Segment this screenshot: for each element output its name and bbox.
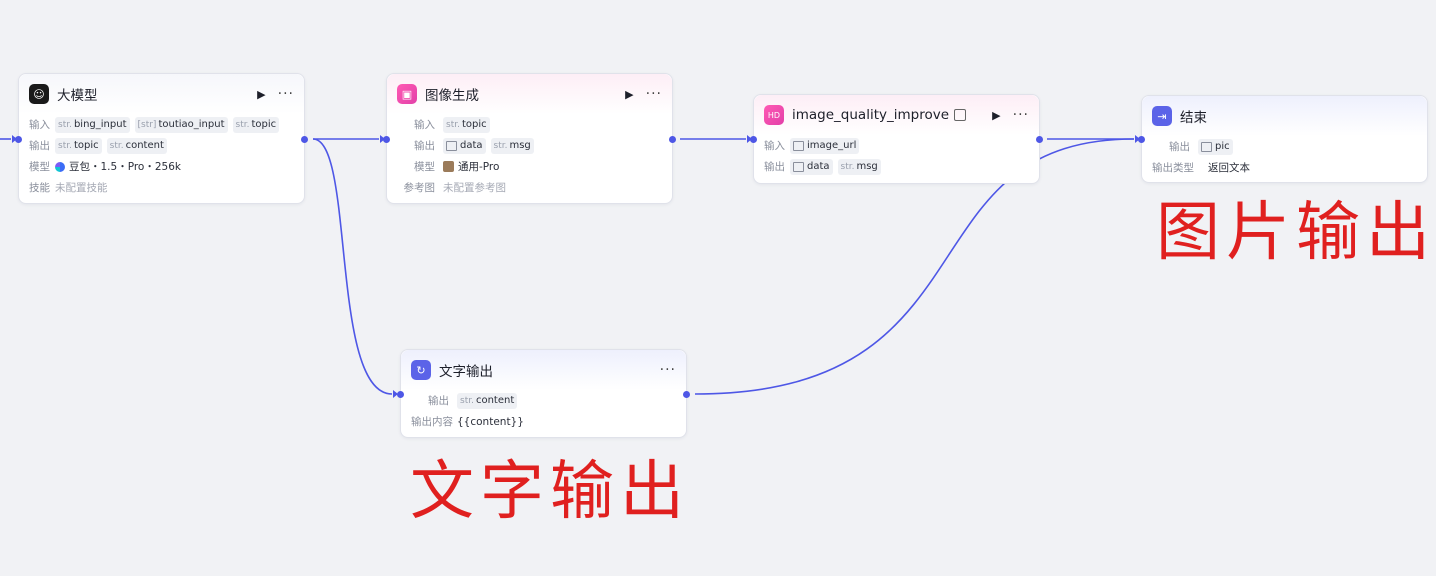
inputs-row: 输入 str. bing_input [str] toutiao_input str… — [19, 114, 304, 135]
input-port[interactable] — [397, 391, 404, 398]
param-tag: str. msg — [837, 158, 881, 175]
output-type-row: 输出类型 返回文本 — [1142, 157, 1427, 178]
input-port[interactable] — [15, 136, 22, 143]
node-title: 结束 — [1180, 110, 1207, 126]
param-tag: str. bing_input — [55, 116, 130, 133]
reference-value: 未配置参考图 — [443, 182, 506, 194]
skill-row: 技能 未配置技能 — [19, 177, 304, 198]
output-label: 输出 — [428, 395, 449, 407]
output-type-value: 返回文本 — [1208, 162, 1250, 174]
run-button[interactable]: ▶ — [257, 89, 265, 100]
output-label: 输出 — [414, 140, 435, 152]
image-type-icon — [446, 140, 457, 151]
text-node-header: ↻ 文字输出 ··· — [401, 350, 686, 390]
model-row: 模型 通用-Pro — [387, 156, 672, 177]
image-type-icon — [1201, 141, 1212, 152]
output-label: 输出 — [764, 161, 785, 173]
image-type-icon — [793, 140, 804, 151]
reference-row: 参考图 未配置参考图 — [387, 177, 672, 198]
content-value: {{content}} — [457, 415, 524, 428]
content-row: 输出内容 {{content}} — [401, 411, 686, 432]
input-label: 输入 — [29, 119, 50, 131]
skill-value: 未配置技能 — [55, 182, 108, 194]
model-label: 模型 — [29, 161, 50, 173]
node-title: 图像生成 — [425, 88, 479, 104]
input-port[interactable] — [1138, 136, 1145, 143]
doubao-logo-icon — [55, 161, 65, 172]
output-port[interactable] — [1036, 136, 1043, 143]
end-node-header: ⇥ 结束 — [1142, 96, 1427, 136]
input-label: 输入 — [764, 140, 785, 152]
param-tag: pic — [1198, 138, 1233, 155]
output-port[interactable] — [301, 136, 308, 143]
param-tag: str. msg — [490, 137, 534, 154]
param-tag: image_url — [790, 137, 860, 154]
output-port[interactable] — [669, 136, 676, 143]
node-title: image_quality_improve — [792, 107, 950, 123]
more-options-button[interactable]: ··· — [660, 363, 676, 377]
llm-node[interactable]: ☺ 大模型 ▶ ··· 输入 str. bing_input [str] touti… — [15, 73, 308, 204]
inputs-row: 输入 image_url — [754, 135, 1039, 156]
end-node[interactable]: ⇥ 结束 输出 pic 输出类型 返回文本 — [1138, 95, 1428, 183]
text-output-annotation: 文字输出 — [410, 455, 690, 529]
run-button[interactable]: ▶ — [992, 110, 1000, 121]
outputs-row: 输出 pic — [1142, 136, 1427, 157]
param-tag: str. topic — [55, 137, 102, 154]
input-label: 输入 — [414, 119, 435, 131]
param-tag: data — [790, 158, 833, 175]
model-value: 豆包・1.5・Pro・256k — [69, 161, 181, 173]
quality-node-header: HD image_quality_improve ▶ ··· — [754, 95, 1039, 135]
input-port[interactable] — [750, 136, 757, 143]
output-type-label: 输出类型 — [1152, 162, 1194, 174]
more-options-button[interactable]: ··· — [278, 87, 294, 101]
more-options-button[interactable]: ··· — [1013, 108, 1029, 122]
param-tag: [str] toutiao_input — [134, 116, 228, 133]
model-row: 模型 豆包・1.5・Pro・256k — [19, 156, 304, 177]
picture-output-annotation: 图片输出 — [1156, 196, 1436, 270]
image-generation-node[interactable]: ▣ 图像生成 ▶ ··· 输入 str. topic 输出 data str. ms… — [383, 73, 676, 204]
robot-icon: ☺ — [29, 84, 49, 104]
model-value: 通用-Pro — [458, 161, 500, 173]
node-title: 大模型 — [57, 88, 98, 104]
outputs-row: 输出 str. content — [401, 390, 686, 411]
content-label: 输出内容 — [411, 416, 453, 428]
run-button[interactable]: ▶ — [625, 89, 633, 100]
hd-icon: HD — [764, 105, 784, 125]
image-quality-node[interactable]: HD image_quality_improve ▶ ··· 输入 image_… — [750, 94, 1043, 184]
model-label: 模型 — [414, 161, 435, 173]
input-port[interactable] — [383, 136, 390, 143]
node-title: 文字输出 — [439, 364, 493, 380]
reference-label: 参考图 — [403, 182, 436, 194]
plugin-cube-icon — [954, 109, 967, 121]
outputs-row: 输出 data str. msg — [754, 156, 1039, 177]
param-tag: data — [443, 137, 486, 154]
llm-node-header: ☺ 大模型 ▶ ··· — [19, 74, 304, 114]
param-tag: str. content — [457, 392, 518, 409]
image-node-header: ▣ 图像生成 ▶ ··· — [387, 74, 672, 114]
edge-llm-to-text — [312, 138, 393, 395]
exit-icon: ⇥ — [1152, 106, 1172, 126]
param-tag: str. topic — [443, 116, 490, 133]
more-options-button[interactable]: ··· — [646, 87, 662, 101]
output-label: 输出 — [1169, 141, 1190, 153]
inputs-row: 输入 str. topic — [387, 114, 672, 135]
image-icon: ▣ — [397, 84, 417, 104]
outputs-row: 输出 data str. msg — [387, 135, 672, 156]
outputs-row: 输出 str. topic str. content — [19, 135, 304, 156]
param-tag: str. content — [106, 137, 167, 154]
image-type-icon — [793, 161, 804, 172]
param-tag: str. topic — [232, 116, 280, 133]
loop-icon: ↻ — [411, 360, 431, 380]
text-output-node[interactable]: ↻ 文字输出 ··· 输出 str. content 输出内容 {{content… — [397, 349, 690, 438]
output-label: 输出 — [29, 140, 50, 152]
skill-label: 技能 — [29, 182, 50, 194]
output-port[interactable] — [683, 391, 690, 398]
model-thumbnail-icon — [443, 161, 454, 172]
